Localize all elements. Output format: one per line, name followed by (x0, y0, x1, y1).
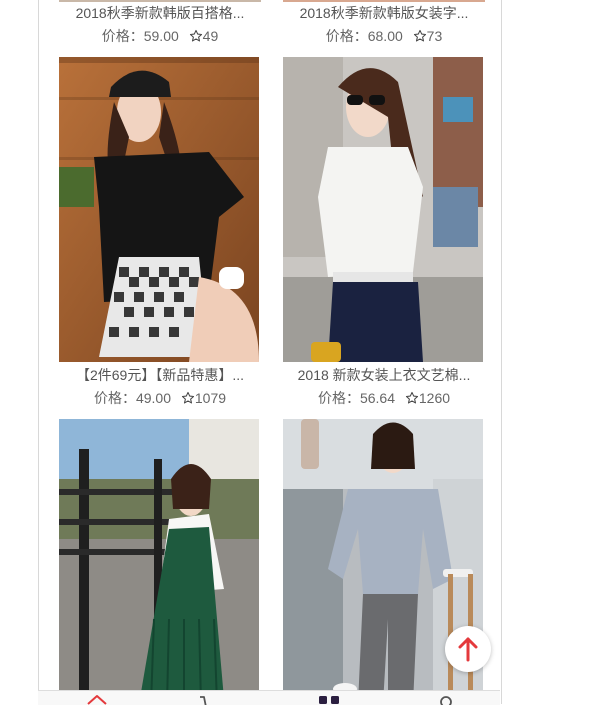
price-label: 价格： (325, 28, 368, 44)
price-value: 59.00 (143, 28, 179, 44)
product-photo (283, 57, 483, 362)
profile-icon[interactable] (434, 693, 458, 705)
product-image[interactable] (283, 57, 483, 362)
product-title: 【2件69元】【新品特惠】... (75, 367, 245, 383)
product-meta: 价格：68.00 73 (283, 25, 485, 47)
like-count: 1260 (418, 390, 451, 406)
price-label: 价格： (93, 390, 136, 406)
star-outline-icon[interactable] (181, 391, 195, 405)
price-label: 价格： (101, 28, 144, 44)
image-edge (59, 0, 261, 2)
product-title: 2018 新款女装上衣文艺棉... (297, 367, 471, 383)
product-image[interactable] (59, 57, 259, 362)
star-outline-icon[interactable] (189, 29, 203, 43)
product-title: 2018秋季新款韩版女装字... (299, 5, 469, 21)
price-value: 56.64 (359, 390, 395, 406)
product-photo (59, 57, 259, 362)
product-list-screen: 2018秋季新款韩版百搭格... 价格：59.00 49 2018秋季新款韩版女… (38, 0, 502, 704)
like-count: 49 (202, 28, 219, 44)
category-icon[interactable] (317, 693, 341, 705)
image-edge (283, 0, 485, 2)
star-outline-icon[interactable] (413, 29, 427, 43)
price-value: 68.00 (367, 28, 403, 44)
star-outline-icon[interactable] (405, 391, 419, 405)
price-value: 49.00 (135, 390, 171, 406)
product-meta: 价格：59.00 49 (59, 25, 261, 47)
bottom-tab-bar (38, 690, 500, 705)
cart-icon[interactable] (198, 693, 222, 705)
product-photo (59, 419, 259, 704)
product-meta: 价格：56.64 1260 (283, 387, 485, 409)
like-count: 1079 (194, 390, 227, 406)
back-to-top-button[interactable] (445, 626, 491, 672)
price-label: 价格： (317, 390, 360, 406)
arrow-up-icon (458, 637, 478, 662)
product-image[interactable] (59, 419, 259, 704)
home-icon[interactable] (85, 693, 109, 705)
product-title: 2018秋季新款韩版百搭格... (75, 5, 245, 21)
like-count: 73 (426, 28, 443, 44)
product-meta: 价格：49.00 1079 (59, 387, 261, 409)
